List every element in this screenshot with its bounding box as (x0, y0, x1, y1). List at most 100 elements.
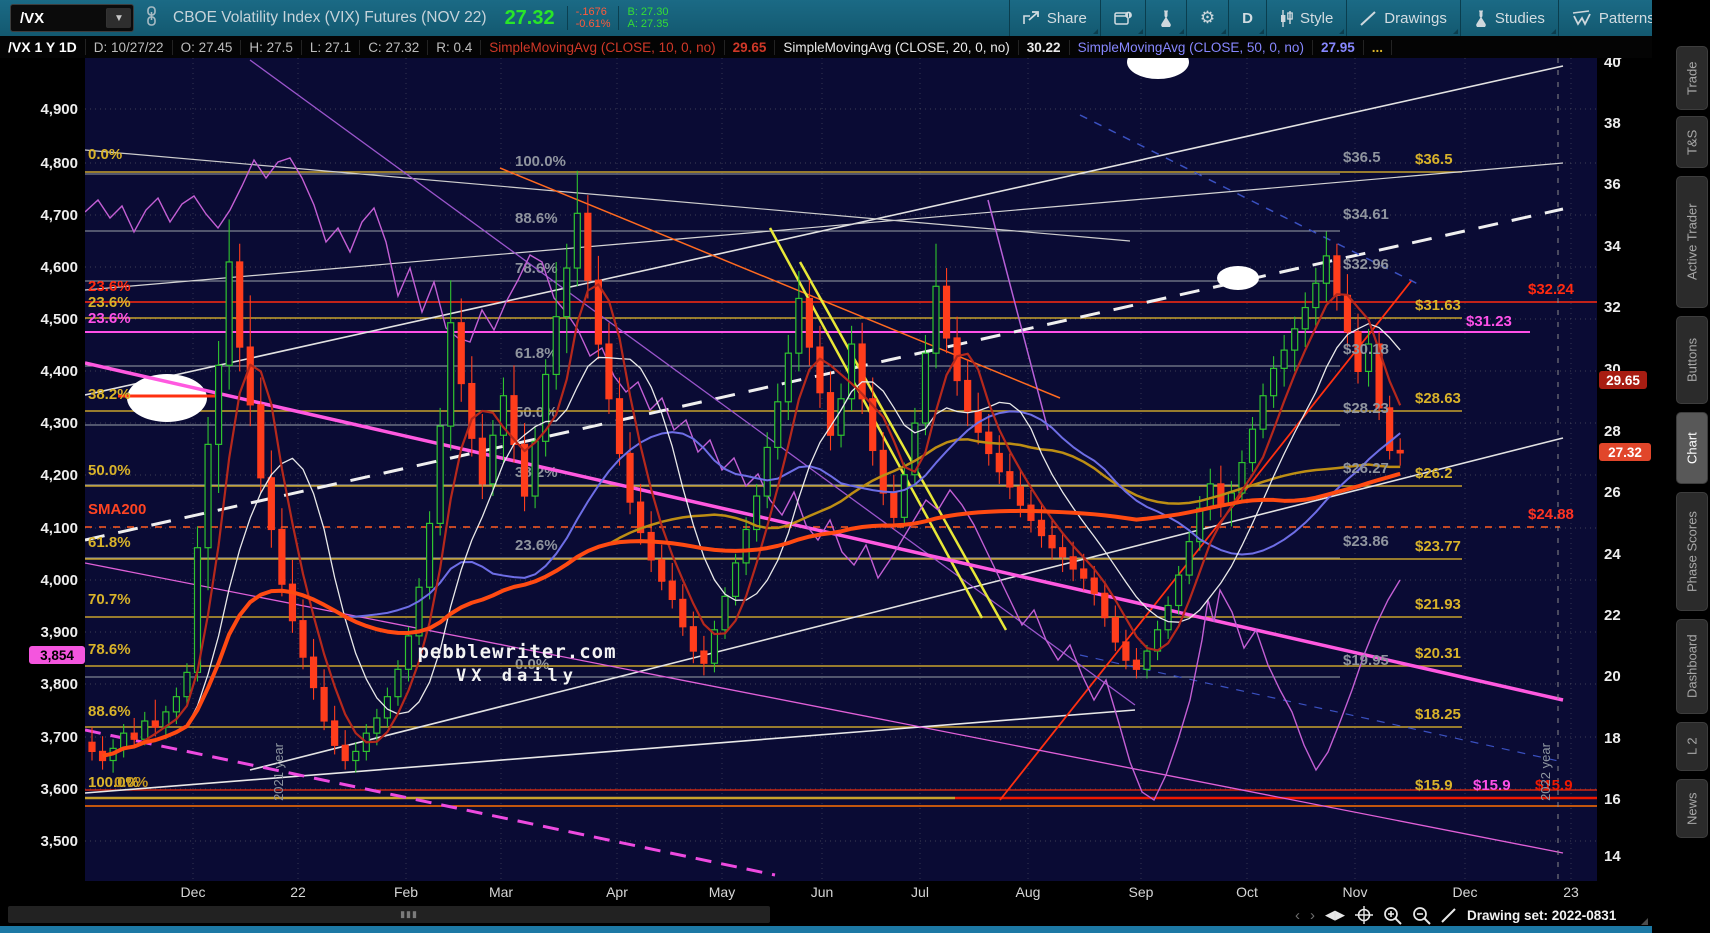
svg-text:32: 32 (1604, 299, 1621, 316)
drawing-line-icon (1360, 10, 1376, 26)
svg-text:4,400: 4,400 (40, 363, 78, 380)
tab-t-s[interactable]: T&S (1676, 116, 1708, 168)
svg-text:34: 34 (1604, 238, 1621, 255)
fit-width-icon[interactable]: ◀▶ (1325, 907, 1345, 923)
share-button[interactable]: Share (1008, 0, 1100, 36)
tab-trade[interactable]: Trade (1676, 46, 1708, 110)
svg-text:Jun: Jun (811, 884, 834, 900)
svg-text:Jul: Jul (911, 884, 929, 900)
top-toolbar: /VX ▼ CBOE Volatility Index (VIX) Future… (0, 0, 1710, 36)
svg-text:Aug: Aug (1016, 884, 1041, 900)
right-tab-strip: Trade T&S Active Trader Buttons Chart Phase S… (1652, 0, 1710, 933)
bid-ask-block: B: 27.30 A: 27.35 (618, 6, 676, 30)
tab-dashboard[interactable]: Dashboard (1676, 619, 1708, 714)
svg-text:Dec: Dec (1453, 884, 1478, 900)
svg-text:22: 22 (290, 884, 306, 900)
svg-text:3,800: 3,800 (40, 676, 78, 693)
tab-chart[interactable]: Chart (1676, 412, 1708, 484)
svg-text:Apr: Apr (606, 884, 628, 900)
resize-corner[interactable] (1641, 918, 1648, 925)
tab-active-trader[interactable]: Active Trader (1676, 176, 1708, 308)
settings-button[interactable]: ⚙ (1185, 0, 1228, 36)
study-label[interactable]: SimpleMovingAvg (CLOSE, 20, 0, no) (775, 39, 1019, 55)
svg-text:16: 16 (1604, 791, 1621, 808)
svg-text:20: 20 (1604, 668, 1621, 685)
study-label[interactable]: SimpleMovingAvg (CLOSE, 10, 0, no) (481, 39, 725, 55)
svg-text:Nov: Nov (1343, 884, 1368, 900)
scrollbar-grip[interactable]: ▮▮▮ (396, 909, 422, 920)
ohlc-field: H: 27.5 (241, 39, 302, 55)
svg-text:i: i (1127, 12, 1129, 19)
candle-style-icon (1280, 9, 1293, 27)
tab-buttons[interactable]: Buttons (1676, 316, 1708, 404)
quick-study-button[interactable] (1144, 0, 1186, 36)
more-studies-ellipsis[interactable]: ... (1364, 39, 1392, 55)
last-price: 27.32 (504, 6, 555, 29)
chart-canvas[interactable] (85, 58, 1597, 881)
svg-text:Mar: Mar (489, 884, 513, 900)
ohlc-field: C: 27.32 (360, 39, 429, 55)
ohlc-field: L: 27.1 (302, 39, 361, 55)
studies-flask-icon (1476, 10, 1486, 27)
watermark-site: pebblewriter.com (417, 641, 617, 663)
svg-text:4,200: 4,200 (40, 467, 78, 484)
svg-text:14: 14 (1604, 848, 1621, 865)
instrument-title: CBOE Volatility Index (VIX) Futures (NOV… (173, 9, 487, 26)
zoom-in-icon[interactable] (1383, 906, 1402, 925)
svg-text:4,800: 4,800 (40, 155, 78, 172)
chart-symbol-timeframe[interactable]: /VX 1 Y 1D (0, 39, 86, 55)
bid-value: B: 27.30 (627, 6, 669, 18)
chart-status-bar: ‹ › ◀▶ Drawing set: 2022-0831 (1295, 903, 1616, 927)
tab-phase-scores[interactable]: Phase Scores (1676, 492, 1708, 611)
svg-text:38: 38 (1604, 115, 1621, 132)
left-axis-price-badge: 3,854 (29, 646, 85, 664)
symbol-input[interactable]: /VX ▼ (10, 4, 134, 32)
pan-right-icon[interactable]: › (1310, 907, 1315, 924)
share-icon (1023, 10, 1039, 24)
svg-text:4,600: 4,600 (40, 259, 78, 276)
gear-icon: ⚙ (1199, 8, 1216, 27)
svg-text:28: 28 (1604, 423, 1621, 440)
symbol-dropdown-icon[interactable]: ▼ (106, 8, 131, 28)
ohlc-field: O: 27.45 (173, 39, 242, 55)
zoom-out-icon[interactable] (1412, 906, 1431, 925)
tab-l-2[interactable]: L 2 (1676, 722, 1708, 771)
drawings-label: Drawings (1384, 9, 1447, 27)
trading-platform-window: { "toolbar": { "symbol": "/VX", "title":… (0, 0, 1710, 933)
pan-mode-icon[interactable] (1355, 906, 1373, 924)
watermark-subtitle: VX daily (456, 666, 578, 686)
detach-info-button[interactable]: i (1099, 0, 1145, 36)
drawings-button[interactable]: Drawings (1346, 0, 1460, 36)
symbol-value: /VX (20, 9, 45, 27)
sma10-price-badge: 29.65 (1599, 371, 1647, 389)
link-icon[interactable] (146, 5, 157, 31)
draw-line-icon[interactable] (1441, 907, 1457, 923)
tab-news[interactable]: News (1676, 779, 1708, 838)
ohlc-field: D: 10/27/22 (86, 39, 173, 55)
svg-text:22: 22 (1604, 607, 1621, 624)
svg-text:Sep: Sep (1129, 884, 1154, 900)
style-button[interactable]: Style (1265, 0, 1346, 36)
svg-text:Feb: Feb (394, 884, 418, 900)
study-label[interactable]: SimpleMovingAvg (CLOSE, 50, 0, no) (1070, 39, 1313, 55)
studies-button[interactable]: Studies (1459, 0, 1558, 36)
flask-icon (1161, 10, 1171, 27)
svg-text:24: 24 (1604, 546, 1621, 563)
svg-text:3,700: 3,700 (40, 729, 78, 746)
svg-text:3,900: 3,900 (40, 624, 78, 641)
ohlc-field: R: 0.4 (428, 39, 482, 55)
last-price-badge: 27.32 (1599, 443, 1651, 461)
time-scrollbar[interactable]: ▮▮▮ (8, 906, 770, 923)
drawing-set-label[interactable]: Drawing set: 2022-0831 (1467, 908, 1616, 923)
style-label: Style (1299, 9, 1334, 27)
svg-text:May: May (709, 884, 735, 900)
svg-text:26: 26 (1604, 484, 1621, 501)
timeframe-button[interactable]: D (1228, 0, 1266, 36)
studies-label: Studies (1494, 9, 1545, 27)
change-value: -.1676 (575, 6, 607, 18)
svg-text:4,900: 4,900 (40, 101, 78, 118)
panel-info-icon: i (1114, 11, 1132, 25)
study-value: 30.22 (1019, 39, 1070, 55)
chart-watermark: pebblewriter.com VX daily (392, 641, 642, 686)
pan-left-icon[interactable]: ‹ (1295, 907, 1300, 924)
